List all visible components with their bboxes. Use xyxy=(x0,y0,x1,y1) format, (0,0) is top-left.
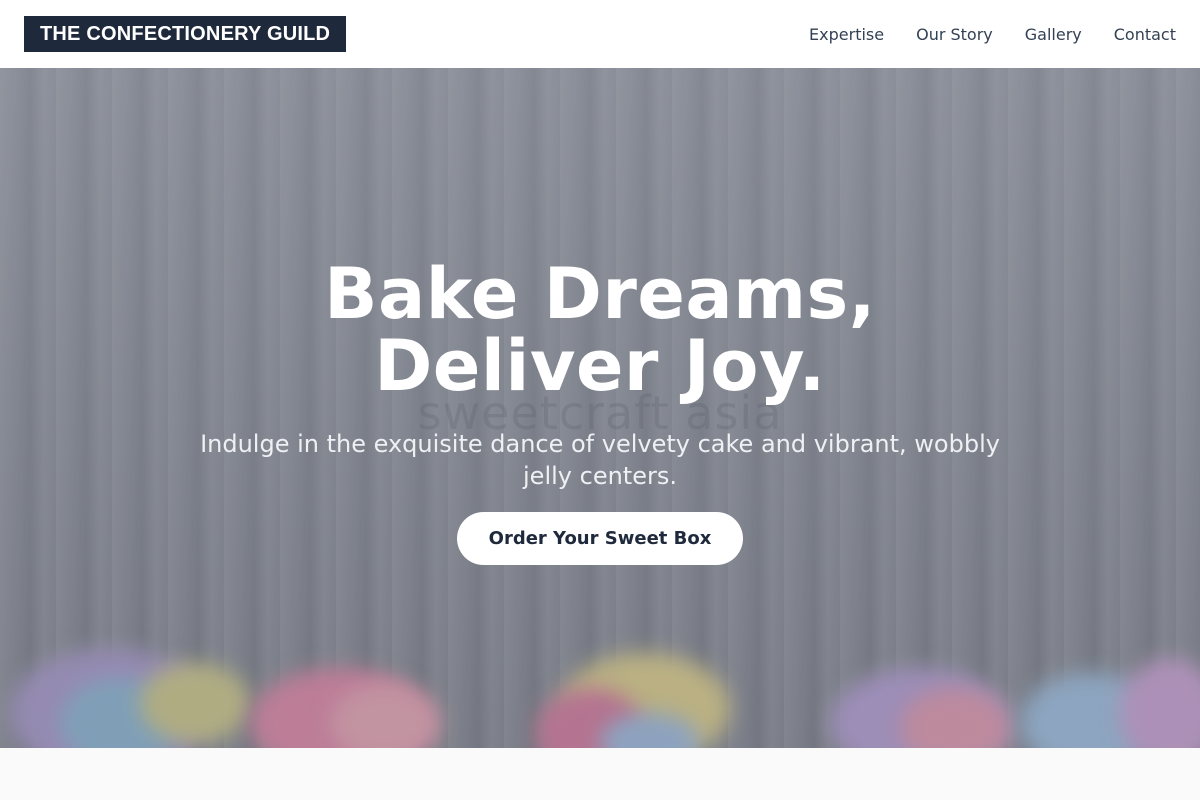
next-section xyxy=(0,748,1200,800)
site-logo[interactable]: THE CONFECTIONERY GUILD xyxy=(24,16,347,52)
hero-title-line-2: Deliver Joy. xyxy=(374,325,826,407)
hero-content: Bake Dreams, Deliver Joy. Indulge in the… xyxy=(0,258,1200,565)
nav-link-expertise[interactable]: Expertise xyxy=(809,25,884,44)
order-sweet-box-button[interactable]: Order Your Sweet Box xyxy=(456,512,744,565)
hero-title-line-1: Bake Dreams, xyxy=(324,253,876,335)
hero-section: sweetcraft asia Bake Dreams, Deliver Joy… xyxy=(0,68,1200,748)
nav-link-our-story[interactable]: Our Story xyxy=(916,25,993,44)
hero-title: Bake Dreams, Deliver Joy. xyxy=(0,258,1200,402)
main-nav: Expertise Our Story Gallery Contact xyxy=(809,25,1176,44)
nav-link-contact[interactable]: Contact xyxy=(1114,25,1176,44)
site-header: THE CONFECTIONERY GUILD Expertise Our St… xyxy=(0,0,1200,68)
nav-link-gallery[interactable]: Gallery xyxy=(1025,25,1082,44)
hero-subtitle: Indulge in the exquisite dance of velvet… xyxy=(200,430,1000,490)
